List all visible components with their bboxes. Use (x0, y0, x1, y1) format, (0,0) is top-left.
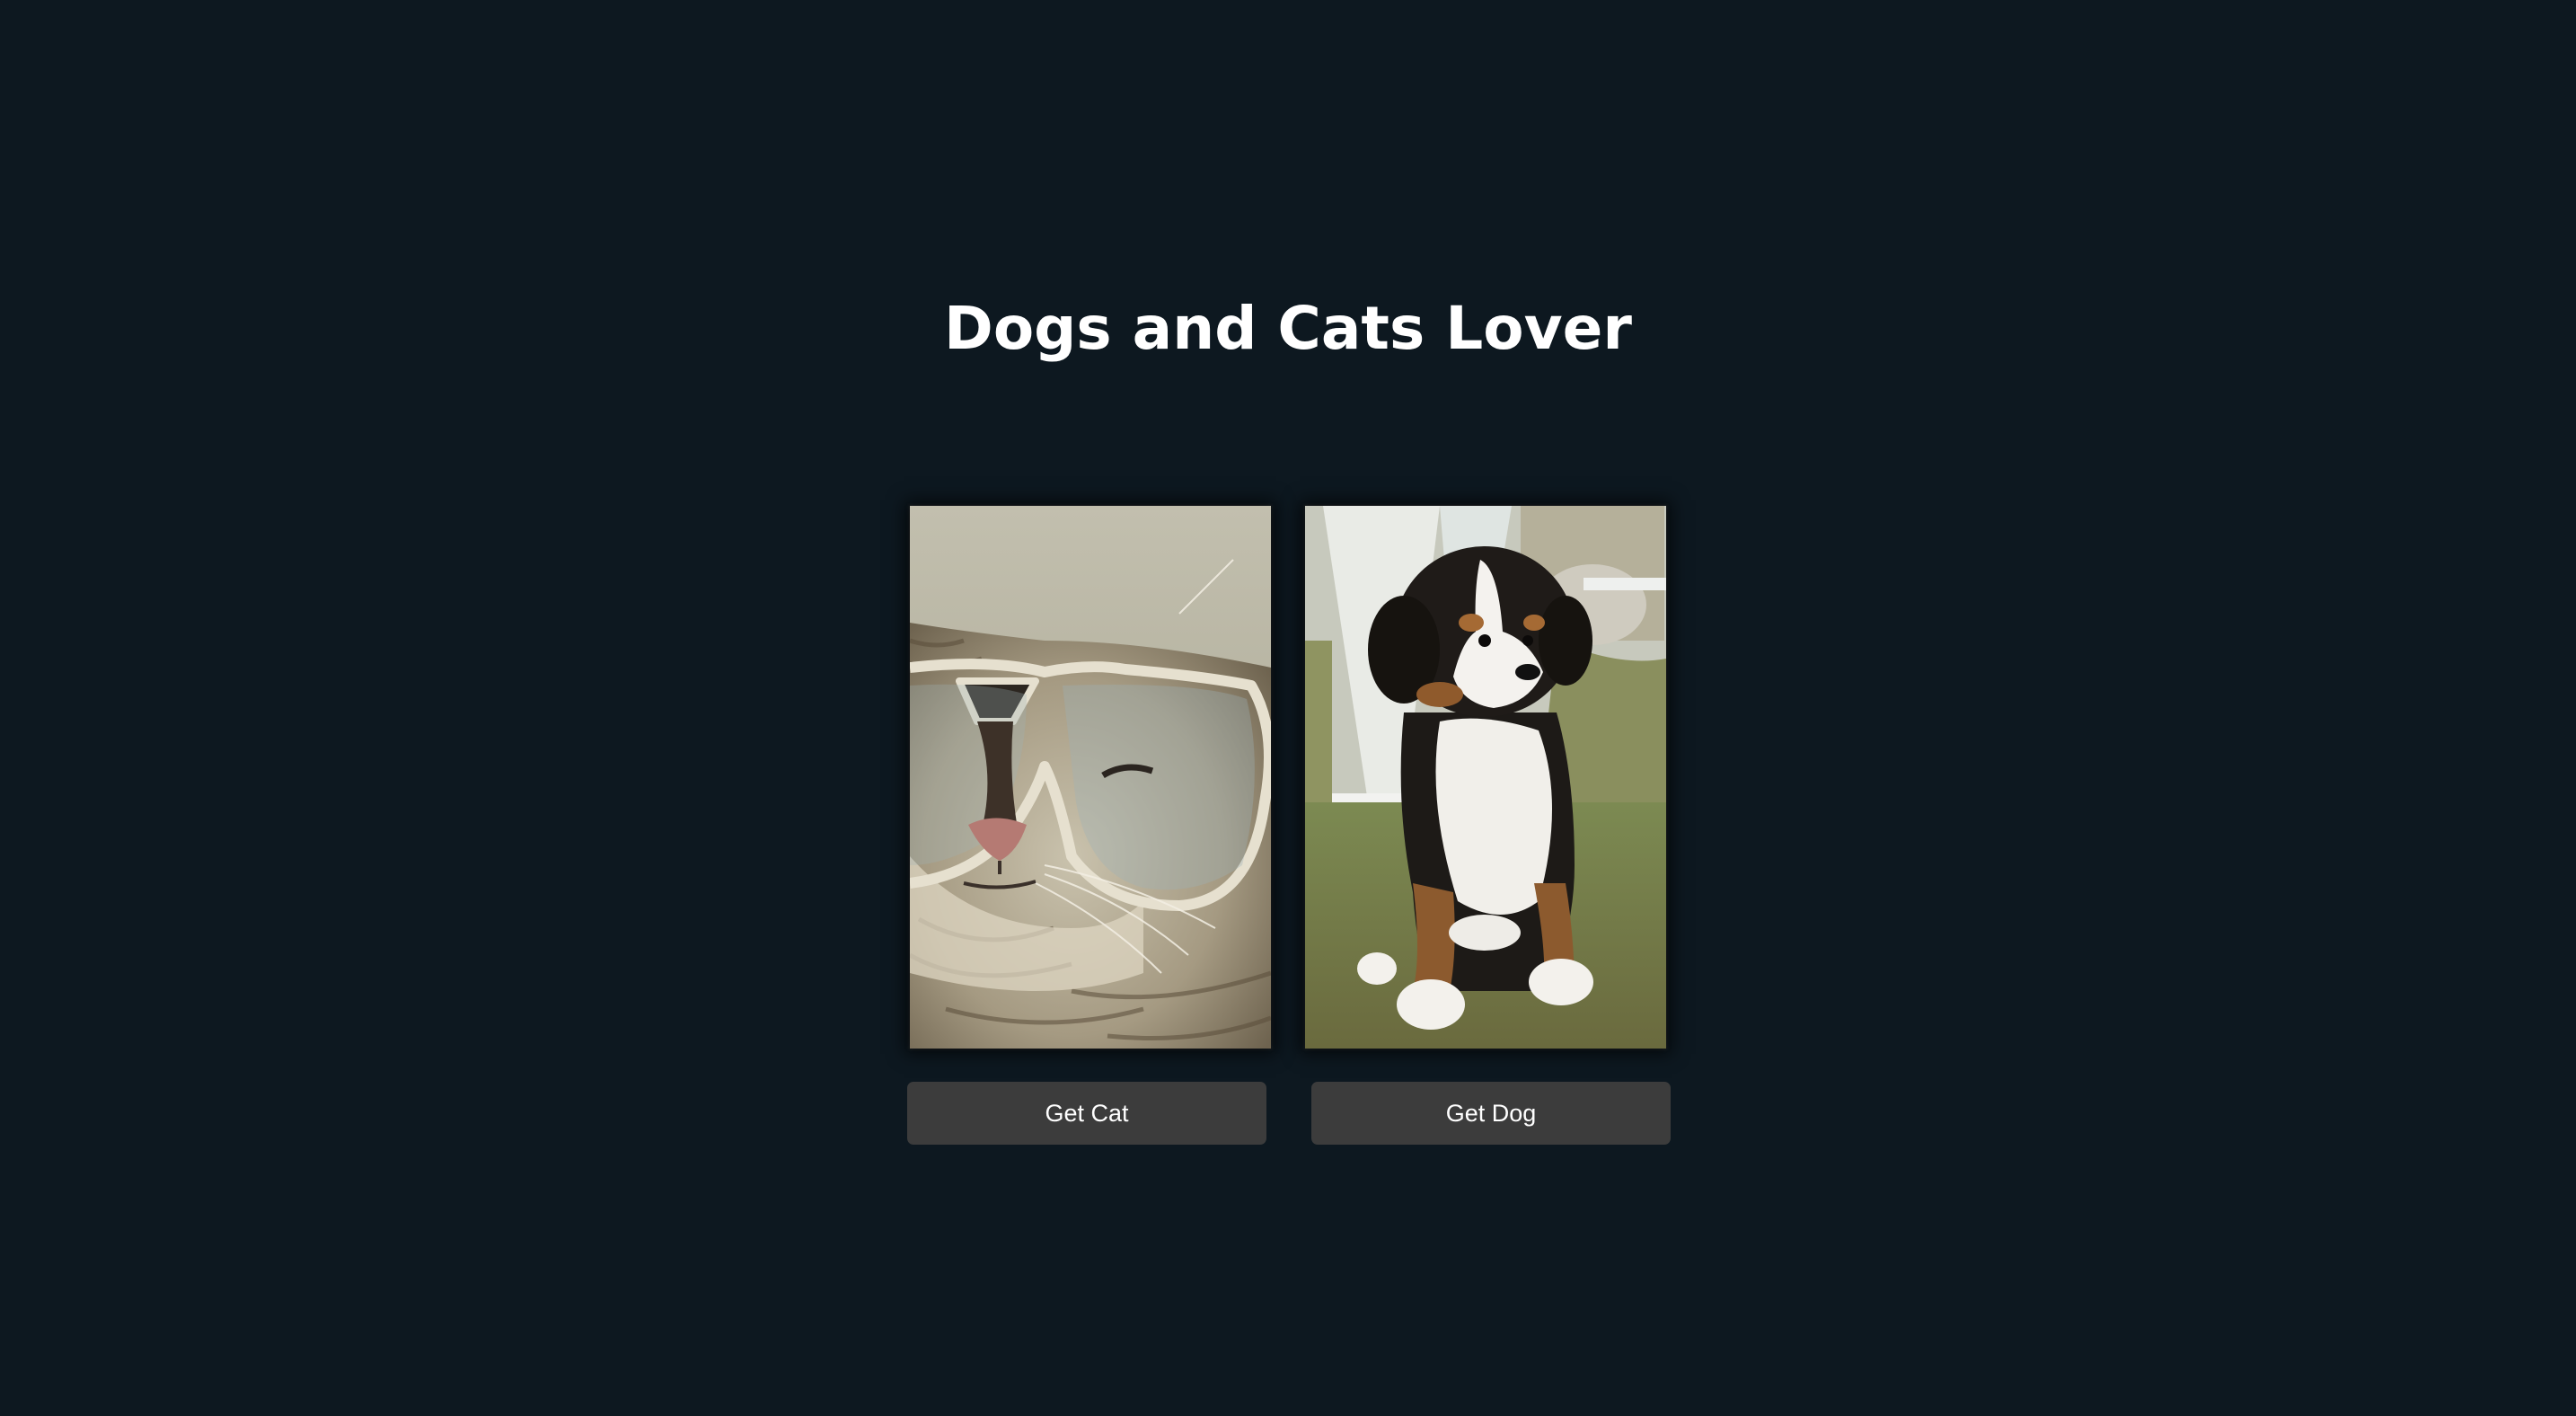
get-cat-button[interactable]: Get Cat (907, 1082, 1266, 1145)
page-title: Dogs and Cats Lover (944, 294, 1632, 363)
page: Dogs and Cats Lover Get Cat Get Dog (0, 0, 2576, 1416)
cat-photo (910, 506, 1271, 1049)
dog-image (1305, 506, 1666, 1049)
dog-photo (1305, 506, 1666, 1049)
cat-image (910, 506, 1271, 1049)
get-dog-button[interactable]: Get Dog (1311, 1082, 1671, 1145)
